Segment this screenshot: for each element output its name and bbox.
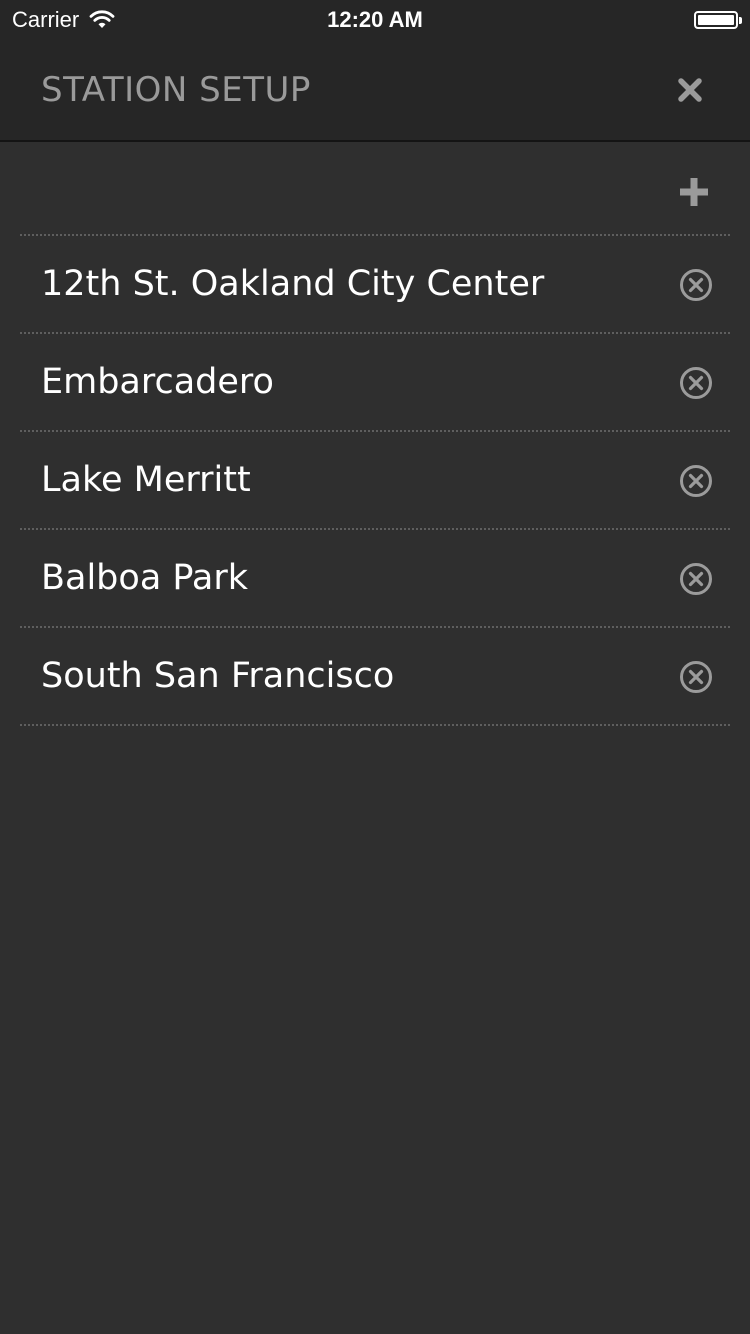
close-icon <box>678 78 702 102</box>
battery-icon <box>694 11 742 29</box>
station-setup-screen: Carrier 12:20 AM STATION SETUP 12th St. … <box>0 0 750 1334</box>
station-row[interactable]: 12th St. Oakland City Center <box>20 236 730 334</box>
remove-circle-icon[interactable] <box>678 463 714 499</box>
station-name: Embarcadero <box>41 362 274 402</box>
remove-circle-icon[interactable] <box>678 365 714 401</box>
station-name: Balboa Park <box>41 558 249 598</box>
station-name: 12th St. Oakland City Center <box>41 264 545 304</box>
page-title: STATION SETUP <box>41 70 311 110</box>
station-row[interactable]: South San Francisco <box>20 628 730 726</box>
station-row[interactable]: Balboa Park <box>20 530 730 628</box>
station-row[interactable]: Lake Merritt <box>20 432 730 530</box>
station-name: Lake Merritt <box>41 460 251 500</box>
top-bar: Carrier 12:20 AM STATION SETUP <box>0 0 750 142</box>
add-station-row <box>20 142 730 236</box>
nav-header: STATION SETUP <box>0 40 750 140</box>
status-bar: Carrier 12:20 AM <box>0 0 750 40</box>
station-name: South San Francisco <box>41 656 395 696</box>
close-button[interactable] <box>670 70 710 110</box>
remove-circle-icon[interactable] <box>678 561 714 597</box>
add-station-button[interactable] <box>674 172 714 212</box>
station-row[interactable]: Embarcadero <box>20 334 730 432</box>
remove-circle-icon[interactable] <box>678 659 714 695</box>
plus-icon <box>680 178 708 206</box>
status-time: 12:20 AM <box>327 7 423 32</box>
remove-circle-icon[interactable] <box>678 267 714 303</box>
station-list: 12th St. Oakland City Center Embarcadero… <box>0 142 750 726</box>
